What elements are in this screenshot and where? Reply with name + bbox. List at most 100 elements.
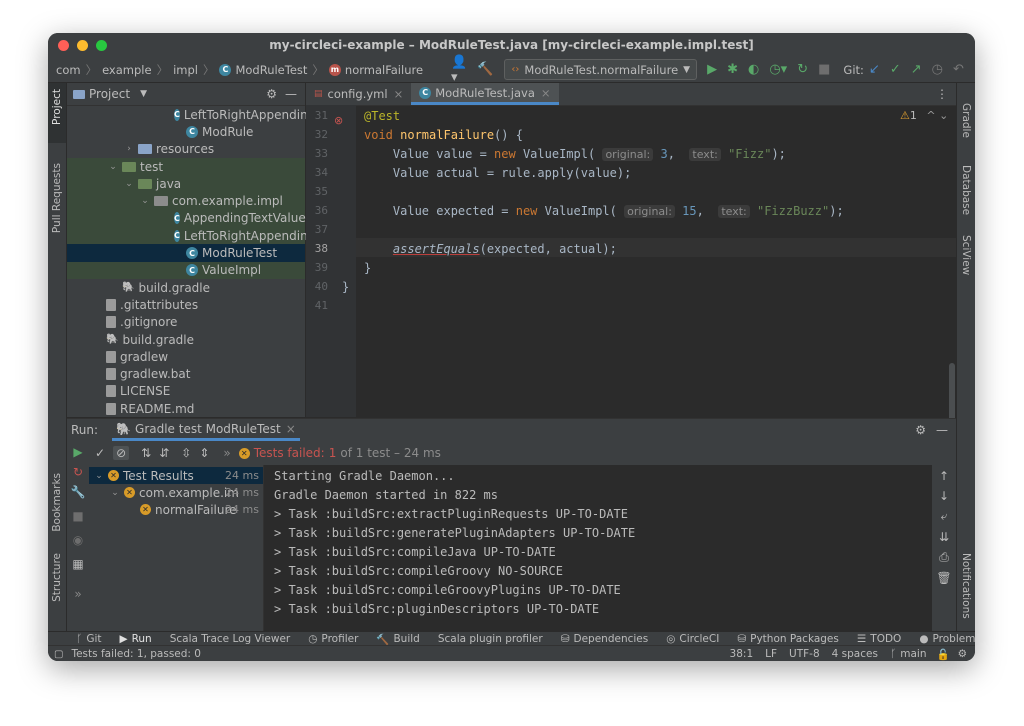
minimize-panel-icon[interactable]: — — [936, 423, 948, 437]
rollback-icon[interactable]: ↶ — [953, 62, 964, 77]
gear-icon[interactable]: ⚙ — [915, 423, 926, 437]
git-commit-icon[interactable]: ✓ — [890, 62, 901, 77]
breadcrumb-impl[interactable]: impl — [173, 63, 198, 77]
tree-item[interactable]: LICENSE — [67, 383, 305, 400]
tree-item[interactable]: C LeftToRightAppendin — [67, 227, 308, 245]
tree-item[interactable]: gradlew — [67, 348, 305, 365]
tree-item[interactable]: .gitignore — [67, 314, 305, 331]
history-icon[interactable]: ◷ — [932, 62, 943, 77]
print-icon[interactable]: ⎙ — [932, 550, 956, 565]
bottom-tab-todo[interactable]: ☰ TODO — [857, 633, 901, 645]
notifications-tool-button[interactable]: Notifications — [960, 553, 972, 619]
minimize-panel-icon[interactable]: — — [285, 87, 297, 101]
rerun-icon[interactable]: ▶ — [67, 445, 89, 459]
bottom-tab-problems[interactable]: ●Problems — [919, 633, 975, 645]
tab-modruletest-java[interactable]: C ModRuleTest.java × — [411, 83, 559, 105]
tree-item[interactable]: .gitattributes — [67, 296, 305, 313]
scroll-to-end-icon[interactable]: ⇊ — [932, 530, 956, 544]
gear-icon[interactable]: ⚙ — [266, 87, 277, 101]
trash-icon[interactable]: 🗑 — [932, 571, 956, 585]
chevron-down-icon[interactable]: ⌄ — [93, 470, 105, 482]
bottom-tab-git[interactable]: ᚴ Git — [76, 633, 101, 645]
file-encoding[interactable]: UTF-8 — [789, 648, 820, 660]
tree-item[interactable]: gradlew.bat — [67, 365, 305, 382]
sort-alpha-icon[interactable]: ⇅ — [141, 446, 151, 460]
tree-item[interactable]: 🐘 build.gradle — [67, 331, 305, 348]
coverage-icon[interactable]: ◐ — [748, 62, 759, 77]
show-passed-icon[interactable]: ✓ — [95, 446, 105, 460]
tree-item[interactable]: C LeftToRightAppendin — [67, 106, 308, 123]
test-result-row[interactable]: ✕ normalFailure 24 ms — [89, 501, 263, 518]
database-tool-button[interactable]: Database — [960, 165, 972, 215]
gradle-tool-button[interactable]: Gradle — [960, 103, 972, 138]
bottom-tab-build[interactable]: 🔨 Build — [376, 633, 419, 646]
expand-all-icon[interactable]: ⇳ — [181, 446, 191, 460]
git-update-icon[interactable]: ↙ — [869, 62, 880, 77]
warning-indicator[interactable]: ⚠1 ^ ⌄ — [900, 109, 948, 122]
run-configuration-select[interactable]: ‹› ModRuleTest.normalFailure ▼ — [504, 59, 698, 80]
git-push-icon[interactable]: ↗ — [911, 62, 922, 77]
close-icon[interactable]: × — [394, 87, 404, 101]
bottom-tab-scala-trace-log-viewer[interactable]: Scala Trace Log Viewer — [170, 633, 291, 645]
more-options-icon[interactable]: ⋮ — [936, 87, 948, 101]
indent-setting[interactable]: 4 spaces — [832, 648, 878, 660]
chevron-icon[interactable]: ⌄ — [139, 195, 151, 207]
run-console-output[interactable]: Starting Gradle Daemon... Gradle Daemon s… — [264, 465, 932, 632]
line-separator[interactable]: LF — [765, 648, 777, 660]
caret-position[interactable]: 38:1 — [730, 648, 754, 660]
bookmarks-tool-button[interactable]: Bookmarks — [51, 473, 63, 532]
wrench-icon[interactable]: 🔧 — [67, 485, 89, 499]
more-icon[interactable]: » — [223, 446, 230, 460]
chevron-icon[interactable]: ⌄ — [123, 178, 135, 190]
soft-wrap-icon[interactable]: ⤶ — [932, 509, 956, 524]
test-result-row[interactable]: ⌄ ✕ Test Results 24 ms — [89, 467, 263, 484]
bottom-tab-python-packages[interactable]: ⛁ Python Packages — [737, 633, 839, 645]
rerun-failed-icon[interactable]: ↻ — [67, 465, 89, 479]
tree-item[interactable]: 🐘 build.gradle — [67, 279, 305, 296]
test-result-row[interactable]: ⌄ ✕ com.example.im 24 ms — [89, 484, 263, 501]
tree-item[interactable]: README.md — [67, 400, 305, 417]
eye-icon[interactable]: ◉ — [67, 533, 89, 547]
tree-item[interactable]: ⌄ test — [67, 157, 305, 176]
settings-icon[interactable]: ⚙ — [958, 648, 967, 660]
chevron-down-icon[interactable]: ▼ — [140, 89, 147, 99]
close-icon[interactable]: × — [541, 86, 551, 100]
chevron-down-icon[interactable]: ⌄ — [109, 487, 121, 499]
debug-icon[interactable]: ✱ — [727, 62, 738, 77]
user-icon[interactable]: 👤▾ — [451, 55, 467, 85]
stop-icon[interactable]: ■ — [818, 62, 830, 77]
tree-item[interactable]: › resources — [67, 141, 305, 158]
lock-icon[interactable]: 🔓 — [937, 648, 950, 661]
bottom-tab-run[interactable]: ▶ Run — [119, 633, 151, 645]
breadcrumb-normalfailure[interactable]: normalFailure — [345, 63, 423, 77]
breadcrumb-modruletest[interactable]: ModRuleTest — [235, 63, 307, 77]
show-ignored-icon[interactable]: ⊘ — [113, 446, 130, 460]
pull-requests-tool-button[interactable]: Pull Requests — [51, 163, 63, 233]
project-title[interactable]: Project — [89, 87, 130, 101]
arrow-down-icon[interactable]: ↓ — [932, 489, 956, 503]
bottom-tab-circleci[interactable]: ◎ CircleCI — [666, 633, 719, 645]
close-window-button[interactable] — [58, 40, 69, 51]
tree-item[interactable]: ⌄ java — [67, 175, 305, 193]
build-hammer-icon[interactable]: 🔨 — [477, 62, 493, 77]
run-icon[interactable]: ▶ — [707, 62, 717, 77]
arrow-up-icon[interactable]: ↑ — [932, 469, 956, 483]
tree-item[interactable]: C ModRuleTest — [67, 244, 305, 262]
run-tab-gradle-test[interactable]: 🐘 Gradle test ModRuleTest × — [112, 419, 300, 441]
zoom-window-button[interactable] — [96, 40, 107, 51]
chevron-icon[interactable]: › — [123, 143, 135, 155]
breadcrumb-example[interactable]: example — [102, 63, 152, 77]
editor-scrollbar[interactable] — [949, 123, 955, 443]
layout-icon[interactable]: ▦ — [67, 557, 89, 571]
chevron-icon[interactable]: ⌄ — [107, 161, 119, 173]
run-test-gutter-icon[interactable]: ⊗ — [334, 114, 343, 127]
bottom-tab-profiler[interactable]: ◷ Profiler — [308, 633, 358, 645]
tree-item[interactable]: C ValueImpl — [67, 261, 305, 279]
profile-icon[interactable]: ◷▾ — [769, 62, 787, 77]
rebuild-icon[interactable]: ↻ — [797, 62, 808, 77]
tree-item[interactable]: ⌄ com.example.impl — [67, 192, 305, 210]
tree-item[interactable]: C AppendingTextValue — [67, 209, 306, 228]
breadcrumb-com[interactable]: com — [56, 63, 81, 77]
status-message[interactable]: Tests failed: 1, passed: 0 — [71, 648, 201, 660]
tab-config-yml[interactable]: ▤ config.yml × — [306, 83, 411, 105]
